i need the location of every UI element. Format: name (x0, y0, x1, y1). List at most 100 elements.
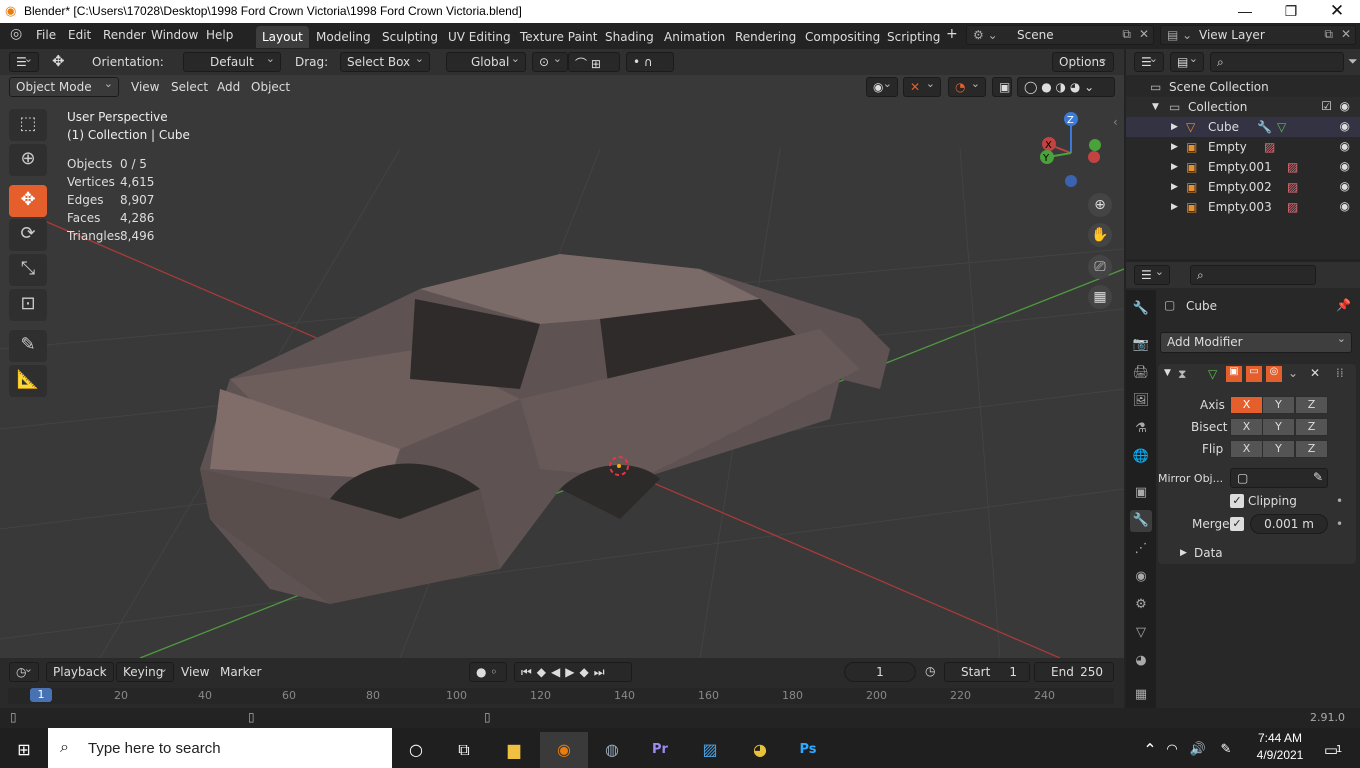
tool-settings-dropdown[interactable]: ☰ (9, 52, 39, 72)
properties-search-input[interactable]: ⌕ (1190, 265, 1316, 285)
outliner-item-empty-003[interactable]: ▶ ▣ Empty.003 ▨ ◉ (1126, 197, 1360, 217)
filter-icon[interactable]: ⏷ (1348, 54, 1358, 69)
steam-icon[interactable]: ◍ (588, 732, 636, 768)
camera-icon[interactable]: ⎚ (1088, 255, 1112, 279)
data-tab-icon[interactable]: ▽ (1130, 622, 1152, 644)
keyframe-dot-icon[interactable]: • (1336, 494, 1343, 508)
new-view-layer-icon[interactable]: ⧉ (1324, 27, 1333, 42)
tab-modeling[interactable]: Modeling (310, 26, 377, 48)
tab-scripting[interactable]: Scripting (881, 26, 946, 48)
physics-tab-icon[interactable]: ◉ (1130, 566, 1152, 588)
rotate-tool[interactable]: ⟳ (9, 219, 47, 251)
merge-distance-field[interactable]: 0.001 m (1250, 514, 1328, 534)
network-icon[interactable]: ◠ (1160, 732, 1184, 768)
view-layer-tab-icon[interactable]: 🖼 (1130, 390, 1152, 412)
render-icon[interactable]: ◎ (1266, 366, 1282, 382)
flip-y-toggle[interactable]: Y (1262, 440, 1295, 458)
flip-z-toggle[interactable]: Z (1295, 440, 1328, 458)
taskbar-search-box[interactable]: ⌕ Type here to search (48, 728, 392, 768)
add-workspace-icon[interactable]: + (946, 26, 958, 42)
timeline-menu-marker[interactable]: Marker (220, 665, 261, 679)
menu-window[interactable]: Window (151, 28, 198, 42)
options-dropdown[interactable]: Options (1052, 52, 1114, 72)
taskbar-time[interactable]: 7:44 AM (1252, 731, 1308, 745)
minimize-button[interactable]: — (1222, 0, 1268, 23)
axis-y-toggle[interactable]: Y (1262, 396, 1295, 414)
tool-tab-icon[interactable]: 🔧 (1130, 298, 1152, 320)
transform-tool[interactable]: ⊡ (9, 289, 47, 321)
pivot-dropdown[interactable]: ⊙ (532, 52, 568, 72)
expand-arrow-icon[interactable]: ▶ (1180, 548, 1187, 558)
transform-orientation-dropdown[interactable]: Global (446, 52, 526, 72)
zoom-icon[interactable]: ⊕ (1088, 193, 1112, 217)
current-frame-field[interactable]: 1 (844, 662, 916, 682)
eye-icon[interactable]: ◉ (1340, 99, 1350, 113)
3d-viewport[interactable]: Z X Y ☰ ✥ Orientation: Default Drag: Sel… (0, 49, 1124, 658)
clock-icon[interactable]: ◷ (925, 664, 935, 678)
expand-arrow-icon[interactable]: ▼ (1152, 102, 1159, 112)
menu-edit[interactable]: Edit (68, 28, 91, 42)
xray-toggle[interactable]: ▣ (992, 77, 1012, 97)
world-tab-icon[interactable]: 🌐 (1130, 446, 1152, 468)
new-scene-icon[interactable]: ⧉ (1122, 27, 1131, 42)
edit-mode-icon[interactable]: ▽ (1208, 367, 1217, 381)
tab-shading[interactable]: Shading (599, 26, 660, 48)
orientation-dropdown[interactable]: Default (183, 52, 281, 72)
outliner-scene-collection[interactable]: ▭ Scene Collection (1126, 77, 1360, 97)
delete-view-layer-icon[interactable]: ✕ (1341, 27, 1351, 41)
tab-rendering[interactable]: Rendering (729, 26, 802, 48)
cursor-tool[interactable]: ⊕ (9, 144, 47, 176)
eye-icon[interactable]: ◉ (1340, 119, 1350, 133)
viewport-menu-object[interactable]: Object (251, 80, 290, 94)
modifier-tab-icon[interactable]: 🔧 (1130, 510, 1152, 532)
scene-tab-icon[interactable]: ⚗ (1130, 418, 1152, 440)
auto-keying-toggle[interactable]: ● ◦ (469, 662, 507, 682)
menu-file[interactable]: File (36, 28, 56, 42)
windows-start-icon[interactable]: ⊞ (0, 732, 48, 768)
cage-icon[interactable]: ▣ (1226, 366, 1242, 382)
display-mode-dropdown[interactable]: ▤ (1170, 52, 1204, 72)
collapse-arrow-icon[interactable]: ▼ (1164, 368, 1171, 378)
measure-tool[interactable]: 📐 (9, 365, 47, 397)
bisect-x-toggle[interactable]: X (1230, 418, 1263, 436)
keyframe-dot-icon[interactable]: • (1336, 517, 1343, 531)
expand-arrow-icon[interactable]: ▶ (1171, 182, 1178, 192)
outliner-item-empty-002[interactable]: ▶ ▣ Empty.002 ▨ ◉ (1126, 177, 1360, 197)
mirror-object-field[interactable]: ▢ ✎ (1230, 468, 1328, 488)
axis-x-toggle[interactable]: X (1230, 396, 1263, 414)
clipping-checkbox[interactable]: ✓ (1230, 494, 1244, 508)
annotate-tool[interactable]: ✎ (9, 330, 47, 362)
photos-icon[interactable]: ▨ (686, 732, 734, 768)
playback-controls[interactable]: ⏮◆◀▶◆⏭ (514, 662, 632, 682)
timeline-ruler[interactable]: 1 20 40 60 80 100 120 140 160 180 200 22… (8, 688, 1114, 704)
car-mesh[interactable] (200, 254, 890, 604)
texture-tab-icon[interactable]: ▦ (1130, 684, 1152, 706)
bisect-z-toggle[interactable]: Z (1295, 418, 1328, 436)
eye-icon[interactable]: ◉ (1340, 159, 1350, 173)
remove-modifier-icon[interactable]: ✕ (1310, 366, 1320, 380)
editor-type-dropdown[interactable]: ☰ (1134, 265, 1170, 285)
data-subpanel-label[interactable]: Data (1194, 546, 1223, 560)
outliner-collection[interactable]: ▼ ▭ Collection ☑ ◉ (1126, 97, 1360, 117)
expand-arrow-icon[interactable]: ▶ (1171, 202, 1178, 212)
checkbox-icon[interactable]: ☑ (1321, 99, 1332, 113)
object-tab-icon[interactable]: ▣ (1130, 482, 1152, 504)
blender-menu-icon[interactable]: ◎ (10, 26, 22, 42)
timeline-menu-view[interactable]: View (181, 665, 209, 679)
drag-handle-icon[interactable]: ⁞⁞ (1336, 366, 1344, 380)
material-tab-icon[interactable]: ◕ (1130, 650, 1152, 672)
premiere-icon[interactable]: Pr (636, 732, 684, 768)
editor-type-dropdown[interactable]: ◷ (9, 662, 39, 682)
menu-help[interactable]: Help (206, 28, 233, 42)
end-frame-field[interactable]: End 250 (1034, 662, 1114, 682)
file-explorer-icon[interactable]: ▆ (490, 732, 538, 768)
task-view-icon[interactable]: ⧉ (440, 732, 488, 768)
taskbar-date[interactable]: 4/9/2021 (1248, 748, 1312, 762)
axis-z-toggle[interactable]: Z (1295, 396, 1328, 414)
menu-render[interactable]: Render (103, 28, 146, 42)
eyedropper-icon[interactable]: ✎ (1313, 470, 1323, 484)
overlay-toggle[interactable]: ◔ (948, 77, 986, 97)
blender-taskbar-icon[interactable]: ◉ (540, 732, 588, 768)
view-layer-selector[interactable]: ▤ ⌄ View Layer ⧉ ✕ (1160, 25, 1356, 45)
chrome-icon[interactable]: ◕ (736, 732, 784, 768)
